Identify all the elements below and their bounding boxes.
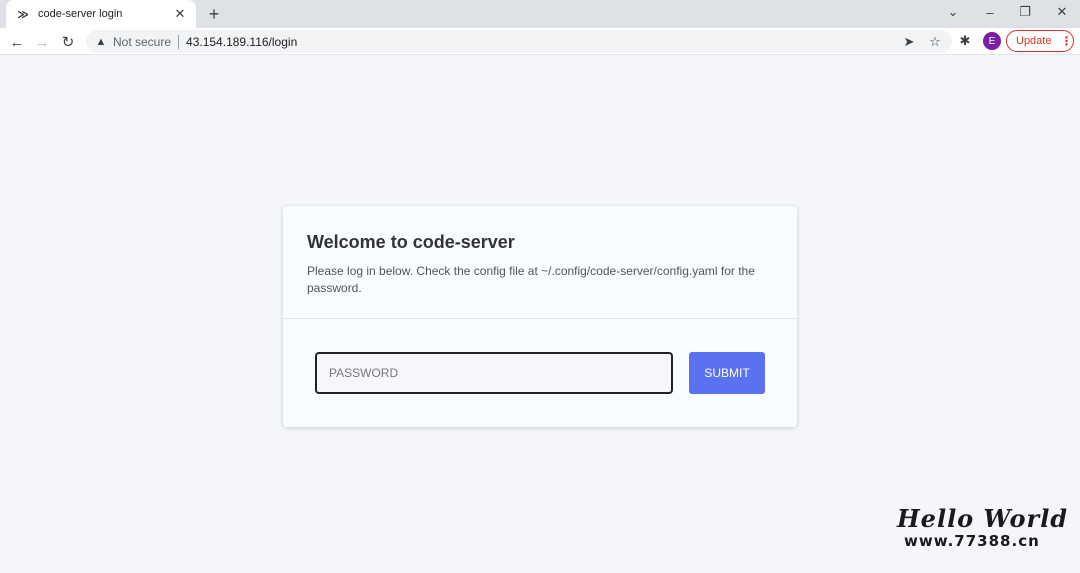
login-title: Welcome to code-server bbox=[307, 232, 515, 252]
tab-close-icon[interactable]: ✕ bbox=[172, 6, 188, 22]
new-tab-plus-icon[interactable]: + bbox=[204, 4, 224, 24]
send-tab-icon[interactable]: ➤ bbox=[900, 33, 918, 51]
browser-toolbar: ← → ↻ ▲ Not secure 43.154.189.116/login … bbox=[0, 28, 1080, 55]
address-url[interactable]: 43.154.189.116/login bbox=[186, 35, 297, 49]
active-tab[interactable]: ≫ code-server login ✕ bbox=[6, 0, 196, 28]
menu-kebab-icon: ⋮ bbox=[1060, 34, 1073, 48]
extensions-puzzle-icon[interactable]: ✱ bbox=[956, 32, 974, 50]
watermark-title: Hello World bbox=[897, 504, 1069, 533]
reload-icon[interactable]: ↻ bbox=[57, 31, 79, 53]
warning-triangle-icon[interactable]: ▲ bbox=[94, 36, 108, 48]
tab-strip: ≫ code-server login ✕ + ⌄ – ❐ ✕ bbox=[0, 0, 1080, 28]
security-status[interactable]: Not secure bbox=[113, 35, 171, 49]
submit-button[interactable]: SUBMIT bbox=[689, 352, 765, 394]
address-separator bbox=[178, 34, 180, 49]
password-input[interactable] bbox=[315, 352, 673, 394]
update-button[interactable]: Update ⋮ bbox=[1006, 30, 1074, 52]
watermark-url: www.77388.cn bbox=[904, 532, 1040, 550]
update-label: Update bbox=[1016, 35, 1052, 47]
profile-avatar[interactable]: E bbox=[983, 32, 1001, 50]
minimize-icon[interactable]: – bbox=[977, 2, 1003, 22]
window-close-icon[interactable]: ✕ bbox=[1049, 2, 1075, 22]
restore-icon[interactable]: ❐ bbox=[1012, 2, 1038, 22]
login-card-header: Welcome to code-server Please log in bel… bbox=[283, 206, 797, 319]
address-bar[interactable]: ▲ Not secure 43.154.189.116/login ➤ ☆ bbox=[86, 30, 952, 53]
tab-search-chevron-icon[interactable]: ⌄ bbox=[940, 2, 966, 22]
back-arrow-icon[interactable]: ← bbox=[6, 31, 28, 53]
login-description: Please log in below. Check the config fi… bbox=[307, 264, 755, 295]
bookmark-star-icon[interactable]: ☆ bbox=[926, 33, 944, 51]
forward-arrow-icon[interactable]: → bbox=[31, 31, 53, 53]
code-server-favicon-icon: ≫ bbox=[17, 8, 29, 21]
tab-title: code-server login bbox=[38, 8, 123, 20]
login-card: Welcome to code-server Please log in bel… bbox=[283, 206, 797, 427]
